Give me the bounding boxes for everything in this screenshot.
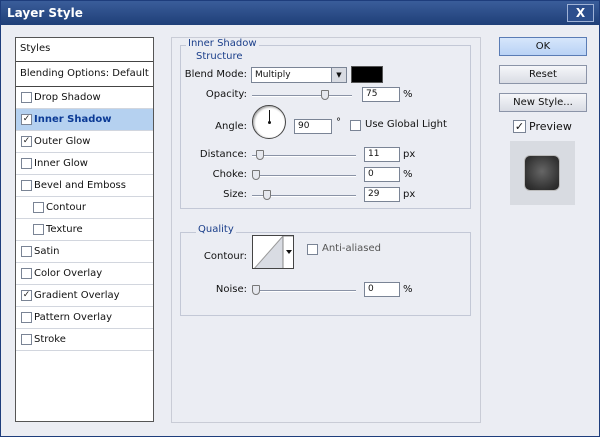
style-item-checkbox[interactable]: ✓	[21, 136, 32, 147]
style-item[interactable]: Contour	[16, 197, 153, 219]
layer-style-dialog: Layer Style X Styles Blending Options: D…	[0, 0, 600, 437]
blending-options-item[interactable]: Blending Options: Default	[16, 62, 153, 87]
opacity-label-text: Opacity:	[205, 89, 247, 100]
style-item-checkbox[interactable]: ✓	[21, 290, 32, 301]
size-unit: px	[403, 189, 416, 200]
choke-slider-thumb[interactable]	[252, 170, 260, 180]
style-item-label: Outer Glow	[34, 136, 91, 147]
angle-unit: °	[336, 117, 341, 128]
style-item-checkbox[interactable]	[21, 180, 32, 191]
choke-slider[interactable]	[252, 170, 356, 180]
style-item-label: Gradient Overlay	[34, 290, 120, 301]
style-item-checkbox[interactable]	[21, 246, 32, 257]
angle-dial[interactable]	[252, 105, 286, 139]
blend-mode-select[interactable]: Multiply ▼	[251, 67, 347, 83]
blend-mode-value: Multiply	[255, 70, 291, 80]
opacity-slider[interactable]	[252, 90, 352, 100]
style-item-label: Pattern Overlay	[34, 312, 113, 323]
opacity-input[interactable]: 75	[362, 87, 400, 102]
style-item-checkbox[interactable]	[21, 268, 32, 279]
style-item-checkbox[interactable]: ✓	[21, 114, 32, 125]
chevron-down-icon: ▼	[331, 68, 346, 82]
styles-header[interactable]: Styles	[16, 38, 153, 62]
distance-slider-thumb[interactable]	[256, 150, 264, 160]
noise-label: Noise:	[215, 284, 247, 295]
noise-input[interactable]: 0	[364, 282, 400, 297]
opacity-slider-thumb[interactable]	[321, 90, 329, 100]
shadow-color-swatch[interactable]	[351, 66, 383, 83]
style-item[interactable]: Bevel and Emboss	[16, 175, 153, 197]
angle-label: Angle:	[215, 121, 247, 132]
style-items: Drop Shadow ✓ Inner Shadow ✓ Outer Glow Inner…	[16, 87, 153, 351]
style-item-checkbox[interactable]	[33, 224, 44, 235]
style-item[interactable]: Texture	[16, 219, 153, 241]
preview-swatch	[524, 155, 560, 191]
distance-input[interactable]: 11	[364, 147, 400, 162]
close-button[interactable]: X	[567, 4, 594, 22]
section-title: Inner Shadow	[186, 38, 259, 49]
style-item[interactable]: Drop Shadow	[16, 87, 153, 109]
style-item[interactable]: Inner Glow	[16, 153, 153, 175]
style-item-label: Inner Shadow	[34, 114, 112, 125]
contour-curve-icon	[254, 236, 293, 268]
dialog-body: Styles Blending Options: Default Drop Sh…	[1, 25, 599, 436]
settings-panel: Inner Shadow Structure Blend Mode: Multi…	[171, 37, 481, 423]
style-item-label: Stroke	[34, 334, 66, 345]
blend-mode-label: Blend Mode:	[184, 69, 247, 80]
style-item[interactable]: ✓ Gradient Overlay	[16, 285, 153, 307]
preview-label: Preview	[529, 120, 572, 133]
reset-button[interactable]: Reset	[499, 65, 587, 84]
size-input[interactable]: 29	[364, 187, 400, 202]
title-bar: Layer Style X	[1, 1, 599, 25]
style-item-checkbox[interactable]	[21, 92, 32, 103]
style-preview	[510, 141, 575, 205]
angle-center-dot	[268, 121, 271, 124]
contour-picker[interactable]	[252, 235, 294, 269]
style-item-label: Contour	[46, 202, 86, 213]
opacity-label: Opacity:	[180, 89, 247, 100]
distance-slider[interactable]	[252, 150, 356, 160]
style-item[interactable]: ✓ Inner Shadow	[16, 109, 153, 131]
noise-slider[interactable]	[252, 285, 356, 295]
angle-input[interactable]: 90	[294, 119, 332, 134]
size-slider-thumb[interactable]	[263, 190, 271, 200]
window-title: Layer Style	[7, 6, 83, 20]
style-item[interactable]: ✓ Outer Glow	[16, 131, 153, 153]
style-item-label: Inner Glow	[34, 158, 88, 169]
style-item[interactable]: Pattern Overlay	[16, 307, 153, 329]
style-item-checkbox[interactable]	[21, 312, 32, 323]
choke-label: Choke:	[212, 169, 247, 180]
style-item-checkbox[interactable]	[33, 202, 44, 213]
size-slider[interactable]	[252, 190, 356, 200]
structure-title: Structure	[194, 51, 245, 62]
style-item-label: Color Overlay	[34, 268, 103, 279]
choke-input[interactable]: 0	[364, 167, 400, 182]
use-global-light-label: Use Global Light	[365, 119, 447, 130]
styles-list: Styles Blending Options: Default Drop Sh…	[15, 37, 154, 422]
new-style-button[interactable]: New Style...	[499, 93, 587, 112]
style-item[interactable]: Satin	[16, 241, 153, 263]
distance-label: Distance:	[199, 149, 247, 160]
size-label: Size:	[223, 189, 247, 200]
style-item[interactable]: Stroke	[16, 329, 153, 351]
quality-title: Quality	[196, 224, 236, 235]
distance-unit: px	[403, 149, 416, 160]
style-item-label: Satin	[34, 246, 60, 257]
anti-aliased-label: Anti-aliased	[322, 243, 382, 254]
style-item-checkbox[interactable]	[21, 334, 32, 345]
ok-button[interactable]: OK	[499, 37, 587, 56]
choke-unit: %	[403, 169, 413, 180]
noise-unit: %	[403, 284, 413, 295]
contour-label: Contour:	[203, 251, 247, 262]
noise-slider-thumb[interactable]	[252, 285, 260, 295]
use-global-light-checkbox[interactable]	[350, 120, 361, 131]
style-item[interactable]: Color Overlay	[16, 263, 153, 285]
style-item-label: Texture	[46, 224, 83, 235]
style-item-checkbox[interactable]	[21, 158, 32, 169]
preview-checkbox[interactable]: ✓	[513, 120, 526, 133]
opacity-unit: %	[403, 89, 413, 100]
anti-aliased-checkbox[interactable]	[307, 244, 318, 255]
style-item-label: Drop Shadow	[34, 92, 101, 103]
style-item-label: Bevel and Emboss	[34, 180, 126, 191]
